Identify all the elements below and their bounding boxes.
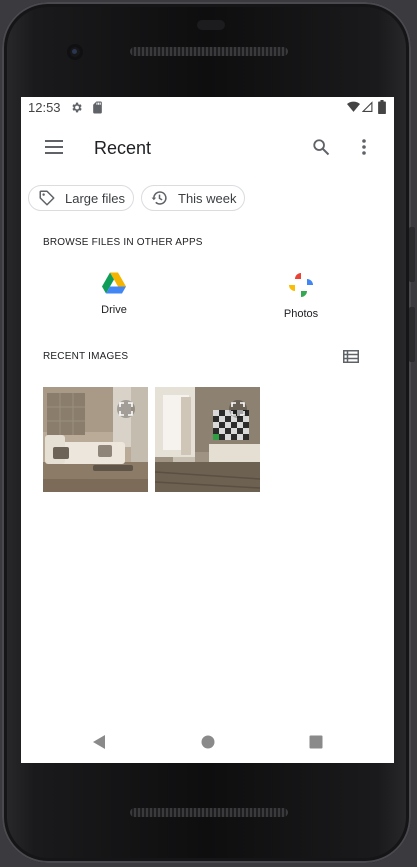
screen: 12:53 Recent Large files This week BROWS…	[21, 97, 394, 763]
chip-label: Large files	[65, 190, 125, 206]
image-thumbnail[interactable]	[155, 387, 260, 492]
chip-this-week[interactable]: This week	[141, 185, 245, 211]
bottom-speaker	[130, 808, 288, 817]
browse-section-heading: BROWSE FILES IN OTHER APPS	[43, 237, 203, 248]
history-icon	[151, 191, 167, 205]
page-title: Recent	[94, 138, 152, 158]
search-button[interactable]	[305, 131, 337, 163]
photos-icon	[289, 273, 313, 297]
app-item-label: Drive	[101, 304, 127, 316]
settings-icon	[72, 102, 82, 113]
list-view-icon	[343, 349, 359, 363]
recents-button-icon[interactable]	[309, 735, 323, 749]
hamburger-menu-icon	[45, 140, 63, 154]
fullscreen-icon	[117, 400, 135, 418]
navigation-bar	[21, 727, 394, 763]
app-item-photos[interactable]: Photos	[271, 272, 331, 320]
list-view-button[interactable]	[335, 340, 367, 372]
home-button-icon[interactable]	[201, 735, 215, 749]
more-vert-icon	[362, 139, 366, 155]
cellular-signal-icon	[362, 101, 373, 112]
image-thumbnail[interactable]	[43, 387, 148, 492]
more-options-button[interactable]	[348, 131, 380, 163]
chip-large-files[interactable]: Large files	[28, 185, 134, 211]
chip-label: This week	[178, 190, 237, 206]
front-camera	[67, 44, 83, 60]
app-bar: Recent	[21, 119, 394, 175]
app-item-label: Photos	[283, 308, 319, 320]
recent-images-heading: RECENT IMAGES	[43, 351, 129, 362]
earpiece	[197, 20, 225, 30]
drive-icon	[102, 272, 126, 294]
search-icon	[313, 139, 330, 156]
fullscreen-icon	[229, 400, 247, 418]
status-time: 12:53	[28, 100, 61, 115]
status-bar: 12:53	[21, 97, 394, 119]
app-item-drive[interactable]: Drive	[84, 272, 144, 316]
top-speaker	[130, 47, 288, 56]
volume-button	[409, 227, 415, 282]
wifi-icon	[347, 101, 360, 112]
battery-icon	[378, 100, 386, 114]
power-button	[409, 307, 415, 362]
menu-button[interactable]	[38, 131, 70, 163]
back-button-icon[interactable]	[92, 734, 106, 750]
tag-icon	[39, 190, 55, 206]
sd-card-icon	[93, 101, 102, 114]
